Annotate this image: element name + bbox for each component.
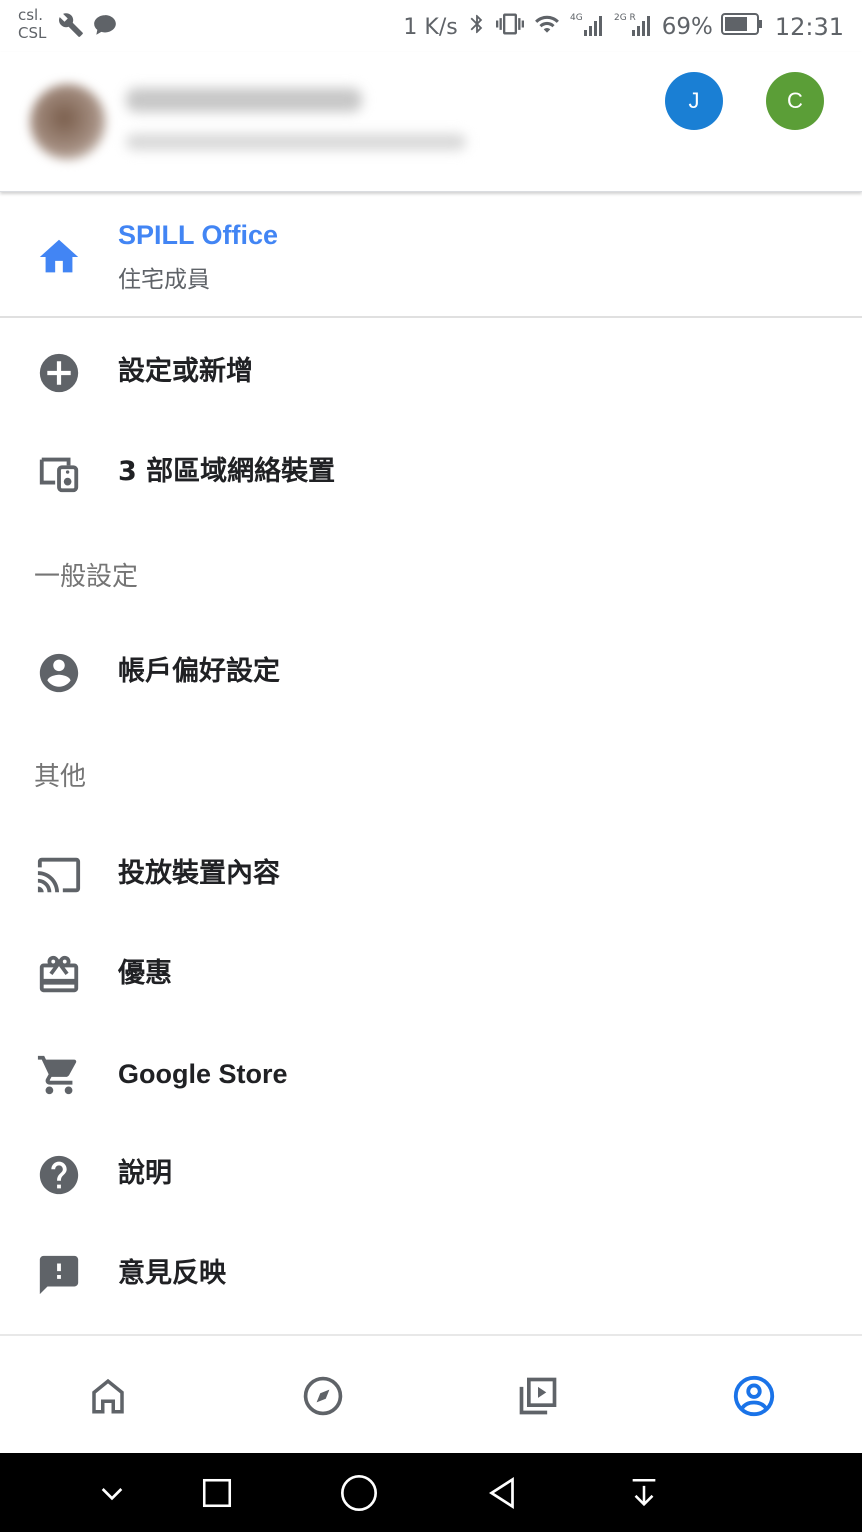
account-email-redacted bbox=[126, 134, 466, 150]
recents-icon[interactable] bbox=[195, 1471, 239, 1515]
help-label: 說明 bbox=[118, 1158, 172, 1189]
avatar[interactable] bbox=[30, 84, 106, 160]
account-nav-icon[interactable] bbox=[730, 1372, 778, 1420]
cast-content-label: 投放裝置內容 bbox=[118, 858, 280, 889]
account-switch-j[interactable]: J bbox=[665, 72, 723, 130]
shopping-cart-icon bbox=[36, 1052, 82, 1098]
section-other: 其他 bbox=[34, 762, 87, 792]
home-selector[interactable]: SPILL Office 住宅成員 bbox=[0, 194, 862, 318]
system-nav-bar bbox=[0, 1453, 862, 1532]
account-header: J C bbox=[0, 52, 862, 192]
home-nav-icon[interactable] bbox=[84, 1372, 132, 1420]
setup-add-label: 設定或新增 bbox=[118, 356, 253, 387]
account-initial: C bbox=[787, 88, 803, 113]
gift-card-icon bbox=[36, 952, 82, 998]
wrench-icon bbox=[58, 12, 84, 42]
account-switch-c[interactable]: C bbox=[766, 72, 824, 130]
add-circle-icon bbox=[36, 350, 82, 396]
status-bar: csl. CSL 1 K/s 4G 2G R 69% 12:31 bbox=[0, 0, 862, 52]
offers-label: 優惠 bbox=[118, 958, 172, 989]
net-speed: 1 K/s bbox=[403, 14, 458, 40]
feedback-item[interactable]: 意見反映 bbox=[0, 1224, 862, 1324]
account-prefs-item[interactable]: 帳戶偏好設定 bbox=[0, 622, 862, 722]
carrier-line2: CSL bbox=[18, 24, 47, 42]
home-subtitle: 住宅成員 bbox=[118, 267, 210, 293]
home-icon bbox=[36, 234, 82, 284]
account-initial: J bbox=[688, 88, 700, 113]
battery-icon bbox=[720, 12, 763, 42]
bluetooth-icon bbox=[466, 10, 488, 44]
carrier-line1: csl. bbox=[18, 6, 43, 24]
svg-text:4G: 4G bbox=[570, 13, 583, 23]
signal-4g-icon: 4G bbox=[570, 10, 606, 44]
feedback-label: 意見反映 bbox=[118, 1258, 226, 1289]
help-icon bbox=[36, 1152, 82, 1198]
account-circle-icon bbox=[36, 650, 82, 696]
signal-2g-icon: 2G R bbox=[614, 10, 654, 44]
google-store-label: Google Store bbox=[118, 1059, 288, 1089]
offers-item[interactable]: 優惠 bbox=[0, 924, 862, 1024]
media-nav-icon[interactable] bbox=[514, 1372, 562, 1420]
account-name-redacted bbox=[126, 88, 362, 112]
battery-percent: 69% bbox=[661, 14, 713, 40]
chat-icon bbox=[92, 12, 118, 42]
wifi-icon bbox=[532, 11, 562, 43]
help-item[interactable]: 說明 bbox=[0, 1124, 862, 1224]
lan-devices-label: 3 部區域網絡裝置 bbox=[118, 456, 336, 487]
account-prefs-label: 帳戶偏好設定 bbox=[118, 656, 280, 687]
home-circle-icon[interactable] bbox=[337, 1471, 381, 1515]
discover-nav-icon[interactable] bbox=[299, 1372, 347, 1420]
svg-text:2G R: 2G R bbox=[614, 13, 636, 23]
setup-add-item[interactable]: 設定或新增 bbox=[0, 322, 862, 422]
carrier-label: csl. CSL bbox=[18, 6, 46, 42]
feedback-icon bbox=[36, 1252, 82, 1298]
google-store-item[interactable]: Google Store bbox=[0, 1024, 862, 1124]
lan-devices-item[interactable]: 3 部區域網絡裝置 bbox=[0, 422, 862, 522]
collapse-icon[interactable] bbox=[90, 1471, 134, 1515]
clock: 12:31 bbox=[774, 13, 844, 41]
home-title: SPILL Office bbox=[118, 220, 279, 250]
section-general: 一般設定 bbox=[34, 562, 139, 592]
vibrate-icon bbox=[495, 10, 524, 44]
bottom-nav bbox=[0, 1334, 862, 1453]
back-icon[interactable] bbox=[480, 1471, 524, 1515]
devices-icon bbox=[36, 450, 82, 496]
cast-content-item[interactable]: 投放裝置內容 bbox=[0, 824, 862, 924]
notification-pull-icon[interactable] bbox=[622, 1471, 666, 1515]
cast-icon bbox=[36, 852, 82, 898]
